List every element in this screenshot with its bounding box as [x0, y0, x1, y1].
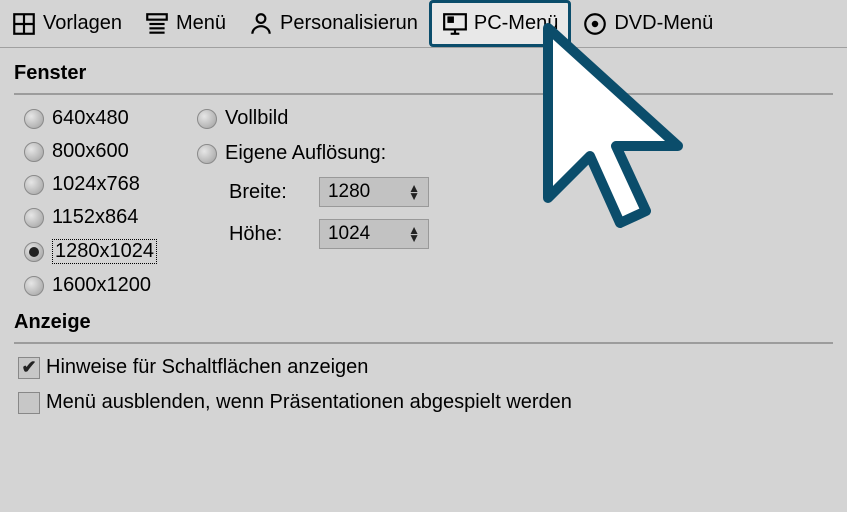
radio-fullscreen[interactable]: Vollbild — [197, 107, 429, 130]
radio-1152x864[interactable]: 1152x864 — [24, 206, 157, 229]
checkbox-hints[interactable]: ✔ Hinweise für Schaltflächen anzeigen — [14, 350, 833, 385]
width-value: 1280 — [328, 181, 370, 203]
divider — [14, 93, 833, 95]
tab-label: Menü — [176, 12, 226, 35]
width-spinner[interactable]: 1280 ▲▼ — [319, 177, 429, 207]
radio-icon — [197, 144, 217, 164]
radio-icon — [24, 142, 44, 162]
spinner-arrows-icon: ▲▼ — [408, 184, 420, 200]
radio-1024x768[interactable]: 1024x768 — [24, 173, 157, 196]
checkbox-icon: ✔ — [18, 357, 40, 379]
monitor-icon — [442, 11, 468, 37]
checkbox-hide-menu[interactable]: Menü ausblenden, wenn Präsentationen abg… — [14, 385, 833, 420]
radio-icon — [24, 242, 44, 262]
tab-personalisierung[interactable]: Personalisierun — [237, 0, 429, 47]
tab-label: DVD-Menü — [614, 12, 713, 35]
tab-label: PC-Menü — [474, 12, 558, 35]
radio-icon — [24, 208, 44, 228]
height-row: Höhe: 1024 ▲▼ — [229, 219, 429, 249]
spinner-arrows-icon: ▲▼ — [408, 226, 420, 242]
radio-label: 640x480 — [52, 107, 129, 130]
radio-label: Vollbild — [225, 107, 288, 130]
radio-label: 1024x768 — [52, 173, 140, 196]
section-fenster: Fenster 640x480 800x600 1024x768 1152x86… — [0, 48, 847, 297]
tab-pc-menu[interactable]: PC-Menü — [429, 0, 571, 47]
radio-800x600[interactable]: 800x600 — [24, 140, 157, 163]
height-spinner[interactable]: 1024 ▲▼ — [319, 219, 429, 249]
radio-icon — [24, 109, 44, 129]
height-label: Höhe: — [229, 223, 309, 246]
height-value: 1024 — [328, 223, 370, 245]
tab-label: Vorlagen — [43, 12, 122, 35]
radio-custom-resolution[interactable]: Eigene Auflösung: — [197, 142, 429, 165]
width-row: Breite: 1280 ▲▼ — [229, 177, 429, 207]
section-anzeige: Anzeige ✔ Hinweise für Schaltflächen anz… — [0, 297, 847, 420]
divider — [14, 342, 833, 344]
radio-label: 800x600 — [52, 140, 129, 163]
tab-label: Personalisierun — [280, 12, 418, 35]
checkbox-label: Menü ausblenden, wenn Präsentationen abg… — [46, 391, 572, 414]
width-label: Breite: — [229, 181, 309, 204]
radio-icon — [24, 276, 44, 296]
radio-label: 1600x1200 — [52, 274, 151, 297]
radio-label: Eigene Auflösung: — [225, 142, 386, 165]
checkbox-label: Hinweise für Schaltflächen anzeigen — [46, 356, 368, 379]
toolbar: Vorlagen Menü Personalisierun PC-Menü DV… — [0, 0, 847, 48]
menu-icon — [144, 11, 170, 37]
checkbox-icon — [18, 392, 40, 414]
radio-1600x1200[interactable]: 1600x1200 — [24, 274, 157, 297]
radio-640x480[interactable]: 640x480 — [24, 107, 157, 130]
radio-icon — [24, 175, 44, 195]
resolution-radio-group: 640x480 800x600 1024x768 1152x864 1280x1… — [24, 101, 157, 297]
tab-vorlagen[interactable]: Vorlagen — [0, 0, 133, 47]
tab-menu[interactable]: Menü — [133, 0, 237, 47]
tab-dvd-menu[interactable]: DVD-Menü — [571, 0, 724, 47]
templates-icon — [11, 11, 37, 37]
radio-icon — [197, 109, 217, 129]
section-title-anzeige: Anzeige — [14, 311, 833, 334]
radio-1280x1024[interactable]: 1280x1024 — [24, 239, 157, 264]
radio-label: 1152x864 — [52, 206, 138, 229]
disc-icon — [582, 11, 608, 37]
radio-label: 1280x1024 — [52, 239, 157, 264]
resolution-right-column: Vollbild Eigene Auflösung: Breite: 1280 … — [197, 101, 429, 297]
person-icon — [248, 11, 274, 37]
section-title-fenster: Fenster — [14, 62, 833, 85]
